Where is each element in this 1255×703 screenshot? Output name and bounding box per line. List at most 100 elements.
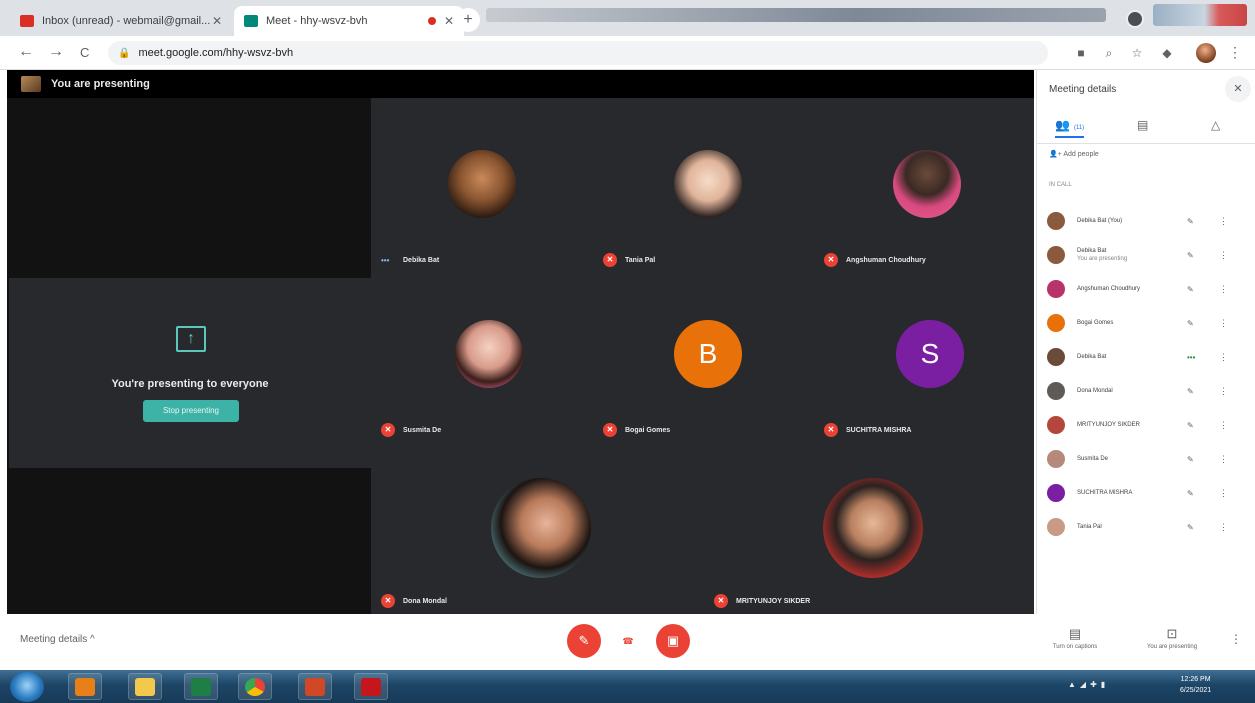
gmail-icon bbox=[20, 15, 34, 27]
avatar bbox=[1047, 314, 1065, 332]
tab-chat[interactable]: ▤ bbox=[1137, 118, 1148, 132]
mic-off-icon[interactable]: ✎ bbox=[1187, 285, 1194, 294]
speaking-icon: ••• bbox=[1187, 352, 1196, 362]
more-options-icon[interactable]: ⋮ bbox=[1219, 318, 1228, 329]
more-options-icon[interactable]: ⋮ bbox=[1219, 250, 1228, 261]
forward-button[interactable]: → bbox=[48, 43, 64, 61]
taskbar-acrobat[interactable] bbox=[354, 673, 388, 700]
participant-name: ✕ SUCHITRA MISHRA bbox=[824, 423, 911, 437]
folder-icon bbox=[135, 677, 155, 696]
browser-menu-icon[interactable]: ⋮ bbox=[1228, 44, 1242, 61]
camera-icon[interactable]: ■ bbox=[1074, 46, 1088, 60]
profile-avatar[interactable] bbox=[1196, 43, 1216, 63]
mic-off-icon[interactable]: ✎ bbox=[1187, 387, 1194, 396]
address-bar-row: ← → C 🔒 meet.google.com/hhy-wsvz-bvh ■ ⌕… bbox=[0, 36, 1255, 70]
participant-name: ✕ Tania Pal bbox=[603, 253, 655, 267]
more-options-icon[interactable]: ⋮ bbox=[1219, 386, 1228, 397]
meet-icon bbox=[244, 15, 258, 27]
more-options-icon[interactable]: ⋮ bbox=[1219, 454, 1228, 465]
present-screen-icon: ↑ bbox=[176, 326, 206, 352]
presenting-message: You're presenting to everyone bbox=[111, 378, 269, 390]
participant-row[interactable]: Tania Pal ✎ ⋮ bbox=[1037, 510, 1255, 544]
participant-row[interactable]: MRITYUNJOY SIKDER ✎ ⋮ bbox=[1037, 408, 1255, 442]
avatar bbox=[1047, 450, 1065, 468]
close-tab-icon[interactable]: ✕ bbox=[444, 14, 454, 28]
presenting-banner-text: You are presenting bbox=[51, 78, 150, 90]
mic-off-icon[interactable]: ✎ bbox=[1187, 489, 1194, 498]
chevron-up-icon: ^ bbox=[90, 634, 95, 645]
more-options-icon[interactable]: ⋮ bbox=[1219, 284, 1228, 295]
presenting-button[interactable]: ⊡ You are presenting bbox=[1132, 626, 1212, 650]
participant-name: ✕ Susmita De bbox=[381, 423, 441, 437]
participant-list-name: Bogai Gomes bbox=[1077, 320, 1114, 326]
participant-row[interactable]: Bogai Gomes ✎ ⋮ bbox=[1037, 306, 1255, 340]
add-people-button[interactable]: 👤+ Add people bbox=[1049, 150, 1099, 158]
lock-icon: 🔒 bbox=[118, 47, 131, 59]
more-options-icon[interactable]: ⋮ bbox=[1219, 420, 1228, 431]
tab-activities[interactable]: △ bbox=[1211, 118, 1220, 132]
chrome-icon bbox=[245, 677, 265, 696]
avatar bbox=[1047, 246, 1065, 264]
participant-row[interactable]: Dona Mondal ✎ ⋮ bbox=[1037, 374, 1255, 408]
phone-icon: ☎ bbox=[622, 636, 634, 646]
mic-off-icon[interactable]: ✎ bbox=[1187, 319, 1194, 328]
profile-icon[interactable] bbox=[1126, 10, 1144, 28]
mic-off-icon: ✕ bbox=[381, 594, 395, 608]
camera-toggle-button[interactable]: ▣ bbox=[656, 624, 690, 658]
mic-off-icon[interactable]: ✎ bbox=[1187, 217, 1194, 226]
participant-list-name: Angshuman Choudhury bbox=[1077, 286, 1141, 292]
participant-row[interactable]: Debika Bat You are presenting ✎ ⋮ bbox=[1037, 238, 1255, 272]
more-options-icon[interactable]: ⋮ bbox=[1219, 216, 1228, 227]
activities-icon: △ bbox=[1211, 118, 1221, 132]
zoom-icon[interactable]: ⌕ bbox=[1102, 46, 1116, 60]
meeting-details-toggle[interactable]: Meeting details ^ bbox=[20, 634, 95, 645]
window-controls[interactable] bbox=[1153, 4, 1247, 26]
taskbar-chrome[interactable] bbox=[238, 673, 272, 700]
close-panel-button[interactable]: ✕ bbox=[1225, 76, 1251, 102]
close-tab-icon[interactable]: ✕ bbox=[212, 14, 222, 28]
mic-off-icon[interactable]: ✎ bbox=[1187, 421, 1194, 430]
taskbar-clock[interactable]: 12:26 PM 6/25/2021 bbox=[1180, 674, 1211, 696]
mic-toggle-button[interactable]: ✎ bbox=[567, 624, 601, 658]
star-icon[interactable]: ☆ bbox=[1130, 46, 1144, 60]
avatar bbox=[1047, 382, 1065, 400]
participant-list-name: Debika Bat bbox=[1077, 354, 1107, 360]
taskbar-explorer[interactable] bbox=[128, 673, 162, 700]
taskbar-media-player[interactable] bbox=[68, 673, 102, 700]
participant-row[interactable]: Debika Bat (You) ✎ ⋮ bbox=[1037, 204, 1255, 238]
captions-button[interactable]: ▤ Turn on captions bbox=[1040, 626, 1110, 650]
tab-meet[interactable]: Meet - hhy-wsvz-bvh ✕ bbox=[234, 6, 464, 36]
panel-title: Meeting details bbox=[1049, 84, 1117, 95]
taskbar-excel[interactable] bbox=[184, 673, 218, 700]
participant-avatar bbox=[455, 320, 523, 388]
mic-off-icon[interactable]: ✎ bbox=[1187, 251, 1194, 260]
new-tab-button[interactable]: + bbox=[456, 8, 480, 32]
participant-row[interactable]: SUCHITRA MISHRA ✎ ⋮ bbox=[1037, 476, 1255, 510]
avatar bbox=[1047, 212, 1065, 230]
tab-people[interactable]: 👥 (11) bbox=[1055, 118, 1085, 138]
more-options-icon[interactable]: ⋮ bbox=[1230, 632, 1242, 646]
tab-gmail[interactable]: Inbox (unread) - webmail@gmail... ✕ bbox=[10, 6, 232, 36]
system-tray[interactable]: ▲◢✚▮ bbox=[1068, 680, 1109, 689]
mic-off-icon[interactable]: ✎ bbox=[1187, 455, 1194, 464]
participant-row[interactable]: Susmita De ✎ ⋮ bbox=[1037, 442, 1255, 476]
start-button[interactable] bbox=[10, 672, 44, 702]
mic-off-icon: ✕ bbox=[603, 253, 617, 267]
more-options-icon[interactable]: ⋮ bbox=[1219, 352, 1228, 363]
reload-button[interactable]: C bbox=[80, 45, 89, 60]
taskbar-powerpoint[interactable] bbox=[298, 673, 332, 700]
extension-icon[interactable]: ◆ bbox=[1160, 46, 1174, 60]
participant-list-name: Tania Pal bbox=[1077, 524, 1102, 530]
more-options-icon[interactable]: ⋮ bbox=[1219, 522, 1228, 533]
participant-row[interactable]: Angshuman Choudhury ✎ ⋮ bbox=[1037, 272, 1255, 306]
stop-presenting-button[interactable]: Stop presenting bbox=[143, 400, 239, 422]
participant-row[interactable]: Debika Bat ••• ⋮ bbox=[1037, 340, 1255, 374]
url-field[interactable]: 🔒 meet.google.com/hhy-wsvz-bvh bbox=[108, 41, 1048, 65]
mic-off-icon[interactable]: ✎ bbox=[1187, 523, 1194, 532]
mic-off-icon: ✕ bbox=[714, 594, 728, 608]
hang-up-button[interactable]: ☎ bbox=[621, 636, 635, 647]
avatar bbox=[1047, 484, 1065, 502]
back-button[interactable]: ← bbox=[18, 43, 34, 61]
captions-icon: ▤ bbox=[1068, 626, 1082, 641]
more-options-icon[interactable]: ⋮ bbox=[1219, 488, 1228, 499]
